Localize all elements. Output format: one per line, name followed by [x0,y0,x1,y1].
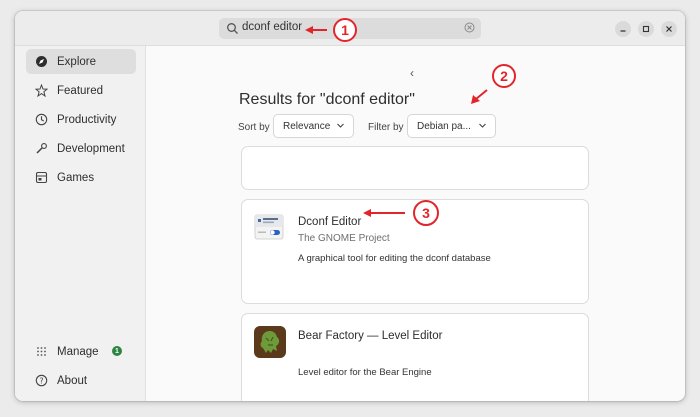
annotation-circle-1: 1 [333,18,357,42]
annotation-arrow-2 [471,89,488,104]
annotation-layer: 1 2 3 [305,18,516,226]
annotation-label-3: 3 [422,205,430,221]
annotation-circle-2: 2 [492,64,516,88]
annotation-arrow-3 [363,209,405,217]
annotation-label-2: 2 [500,68,508,84]
annotation-arrow-1 [305,26,327,34]
annotation-label-1: 1 [341,22,349,38]
annotation-circle-3: 3 [413,200,439,226]
